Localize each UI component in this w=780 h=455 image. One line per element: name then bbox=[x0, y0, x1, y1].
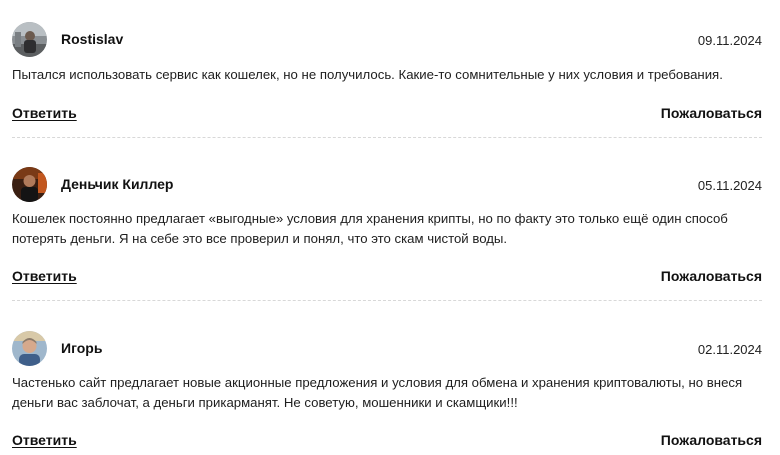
comment-author: Деньчик Киллер bbox=[61, 176, 174, 192]
comment-text: Кошелек постоянно предлагает «выгодные» … bbox=[12, 211, 728, 246]
comment-divider bbox=[12, 300, 762, 301]
comment-author: Игорь bbox=[61, 340, 103, 356]
comment-header: Игорь 02.11.2024 bbox=[12, 331, 762, 367]
comment-divider bbox=[12, 137, 762, 138]
reply-button[interactable]: Ответить bbox=[12, 432, 77, 448]
comment-actions: Ответить Пожаловаться bbox=[12, 105, 762, 125]
comment-text: Частенько сайт предлагает новые акционны… bbox=[12, 375, 743, 410]
comment-header: Rostislav 09.11.2024 bbox=[12, 22, 762, 58]
comment-date: 09.11.2024 bbox=[697, 33, 762, 48]
avatar[interactable] bbox=[12, 331, 47, 366]
comment-author: Rostislav bbox=[61, 31, 124, 47]
comments-list: Rostislav 09.11.2024 Пытался использоват… bbox=[0, 0, 780, 455]
avatar[interactable] bbox=[12, 22, 47, 57]
comment: Игорь 02.11.2024 Частенько сайт предлага… bbox=[12, 331, 762, 448]
report-button[interactable]: Пожаловаться bbox=[661, 105, 762, 121]
comment: Деньчик Киллер 05.11.2024 Кошелек постоя… bbox=[12, 167, 762, 284]
comment-date: 05.11.2024 bbox=[697, 178, 762, 193]
comment-actions: Ответить Пожаловаться bbox=[12, 268, 762, 288]
avatar[interactable] bbox=[12, 167, 47, 202]
comment: Rostislav 09.11.2024 Пытался использоват… bbox=[12, 22, 762, 121]
report-button[interactable]: Пожаловаться bbox=[661, 268, 762, 284]
report-button[interactable]: Пожаловаться bbox=[661, 432, 762, 448]
comment-text: Пытался использовать сервис как кошелек,… bbox=[12, 67, 723, 82]
reply-button[interactable]: Ответить bbox=[12, 105, 77, 121]
comment-header: Деньчик Киллер 05.11.2024 bbox=[12, 167, 762, 203]
reply-button[interactable]: Ответить bbox=[12, 268, 77, 284]
comment-date: 02.11.2024 bbox=[697, 342, 762, 357]
comment-actions: Ответить Пожаловаться bbox=[12, 432, 762, 452]
